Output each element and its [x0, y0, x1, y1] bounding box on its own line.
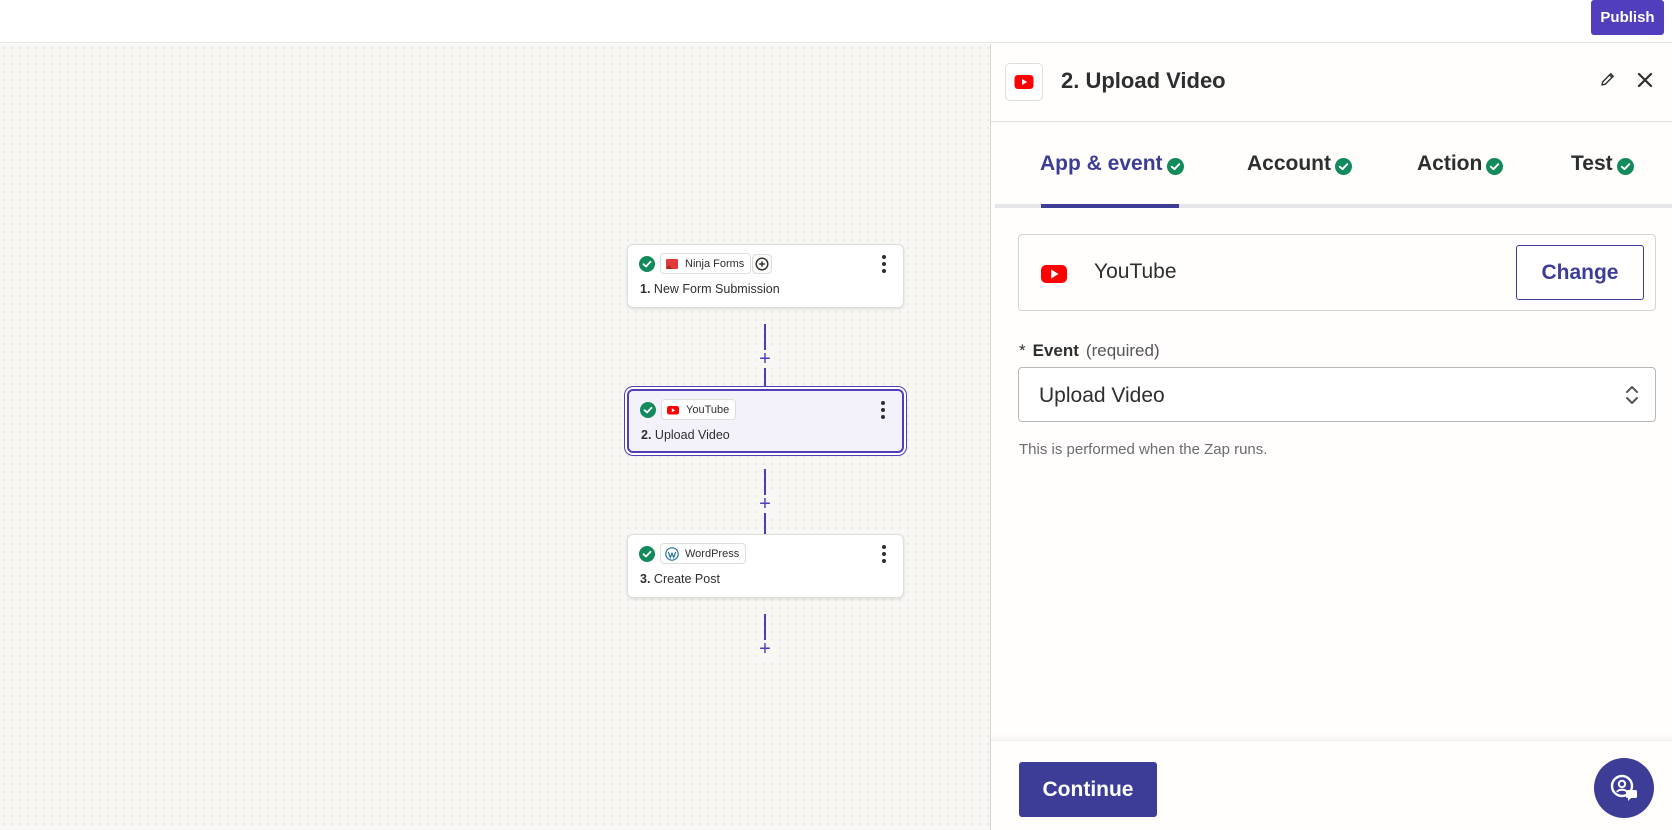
app-name: WordPress — [685, 547, 740, 560]
workflow-canvas[interactable]: Ninja Forms 1. New Form Submission + You… — [0, 44, 990, 830]
check-circle-icon — [1486, 157, 1504, 175]
help-chat-button[interactable] — [1594, 758, 1654, 818]
required-text: (required) — [1085, 341, 1160, 360]
publish-button[interactable]: Publish — [1591, 0, 1664, 35]
check-circle-icon — [639, 256, 655, 272]
wordpress-icon — [665, 546, 679, 561]
workflow-step-2[interactable]: YouTube 2. Upload Video — [627, 389, 904, 453]
event-field-label: * Event (required) — [1019, 341, 1160, 361]
app-chip: YouTube — [661, 399, 737, 420]
step-number: 1. — [640, 282, 651, 296]
step-title-text: Create Post — [653, 572, 720, 586]
app-name: Ninja Forms — [685, 257, 745, 270]
panel-footer: Continue — [991, 740, 1672, 830]
add-step-button[interactable]: + — [756, 349, 774, 369]
chevron-up-down-icon — [1626, 386, 1638, 404]
continue-button[interactable]: Continue — [1019, 762, 1157, 817]
step-number: 3. — [640, 572, 651, 586]
more-options-icon[interactable] — [877, 254, 891, 274]
tab-test[interactable]: Test — [1571, 150, 1634, 178]
required-marker: * — [1019, 341, 1026, 360]
workflow-step-3[interactable]: WordPress 3. Create Post — [627, 534, 904, 598]
more-options-icon[interactable] — [877, 544, 891, 564]
add-step-button[interactable]: + — [756, 494, 774, 514]
tab-label: App & event — [1040, 152, 1163, 175]
add-app-chip[interactable] — [752, 254, 772, 274]
event-select-value: Upload Video — [1039, 384, 1165, 407]
youtube-icon — [667, 405, 679, 414]
step-title: 2. Upload Video — [641, 428, 730, 442]
event-helper-text: This is performed when the Zap runs. — [1019, 441, 1268, 458]
tab-label: Test — [1571, 152, 1613, 175]
selected-app-name: YouTube — [1094, 260, 1177, 283]
more-options-icon[interactable] — [876, 400, 890, 420]
close-icon[interactable] — [1635, 70, 1655, 90]
check-circle-icon — [1166, 157, 1184, 175]
step-title: 1. New Form Submission — [640, 282, 780, 296]
pencil-icon[interactable] — [1599, 70, 1617, 88]
step-title: 3. Create Post — [640, 572, 720, 586]
check-circle-icon — [639, 546, 655, 562]
tab-action[interactable]: Action — [1417, 150, 1504, 178]
event-select[interactable]: Upload Video — [1018, 367, 1656, 422]
step-title-text: Upload Video — [654, 428, 730, 442]
panel-title: 2. Upload Video — [1061, 68, 1226, 93]
tab-app-and-event[interactable]: App & event — [1040, 150, 1184, 178]
ninja-forms-icon — [666, 258, 678, 269]
active-tab-indicator — [1041, 204, 1179, 208]
app-chip: Ninja Forms — [660, 253, 752, 274]
tab-account[interactable]: Account — [1247, 150, 1352, 178]
app-chip: WordPress — [660, 543, 747, 564]
step-title-text: New Form Submission — [653, 282, 780, 296]
app-name: YouTube — [686, 403, 730, 416]
tab-label: Action — [1417, 152, 1483, 175]
event-label-text: Event — [1032, 341, 1079, 360]
workflow-step-1[interactable]: Ninja Forms 1. New Form Submission — [627, 244, 904, 308]
tab-label: Account — [1247, 152, 1331, 175]
check-circle-icon — [1616, 157, 1634, 175]
add-step-button[interactable]: + — [756, 639, 774, 659]
youtube-icon — [1041, 265, 1067, 283]
check-circle-icon — [640, 402, 656, 418]
youtube-icon — [1005, 63, 1043, 101]
selected-app-box: YouTube Change — [1018, 234, 1656, 311]
step-number: 2. — [641, 428, 652, 442]
plus-circle-icon — [755, 257, 769, 271]
step-editor-panel: 2. Upload Video App & event Account Acti… — [990, 44, 1672, 830]
change-app-button[interactable]: Change — [1516, 245, 1644, 300]
panel-header: 2. Upload Video — [991, 44, 1672, 122]
top-bar: Publish — [0, 0, 1672, 43]
support-chat-icon — [1610, 774, 1637, 801]
check-circle-icon — [1335, 157, 1352, 175]
